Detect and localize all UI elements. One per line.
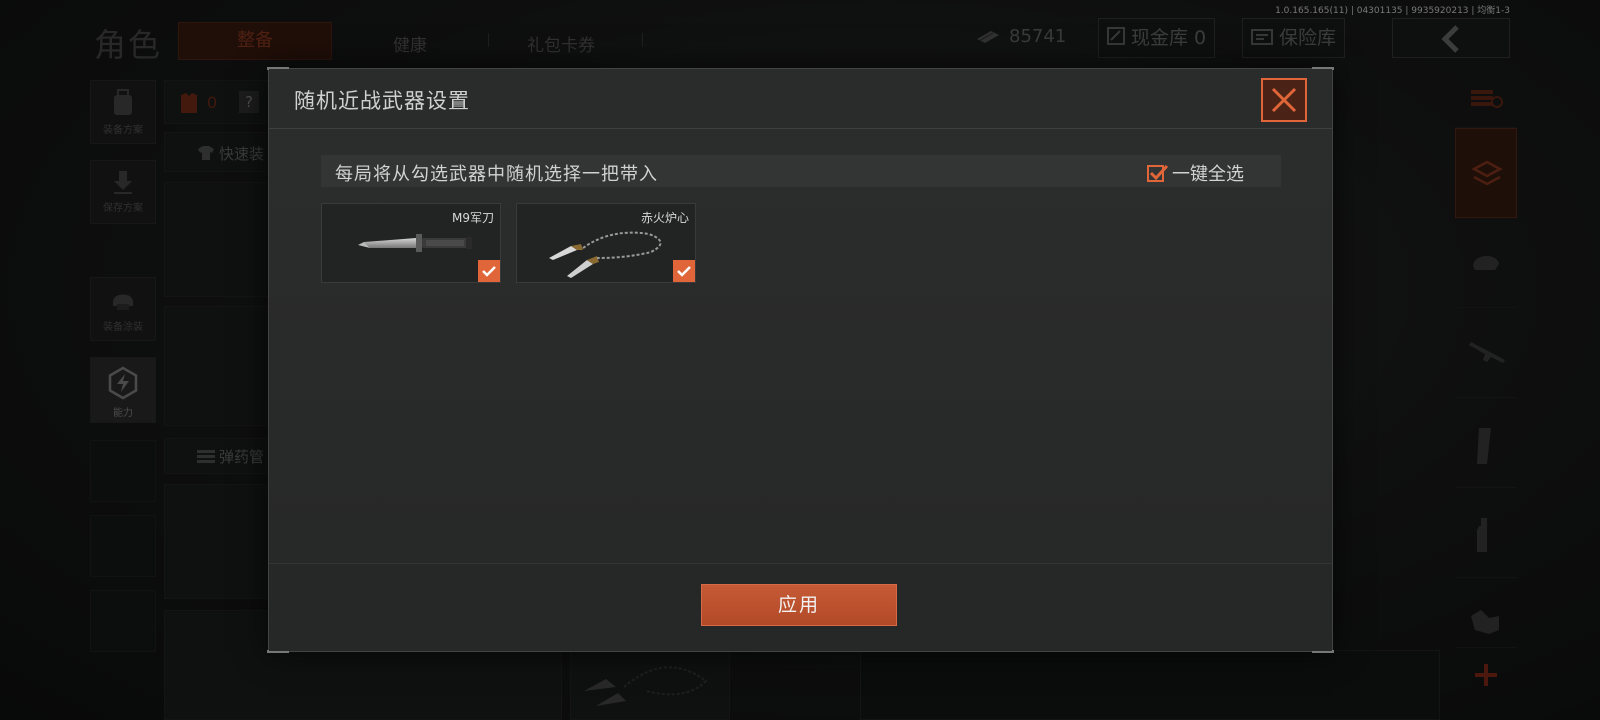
select-all-checkbox[interactable] [1147, 164, 1169, 182]
close-icon [1271, 87, 1297, 113]
weapon-card-red-fire[interactable]: 赤火炉心 [516, 203, 696, 283]
checkmark-icon [1149, 164, 1169, 180]
random-melee-settings-modal: 随机近战武器设置 每局将从勾选武器中随机选择一把带入 一键全选 M9军刀 赤火炉… [267, 67, 1334, 653]
checkmark-icon [677, 266, 691, 277]
modal-footer: 应用 [269, 563, 1332, 651]
modal-header: 随机近战武器设置 [269, 69, 1332, 129]
checkmark-icon [482, 266, 496, 277]
knife-icon [358, 234, 472, 252]
close-button[interactable] [1261, 78, 1307, 122]
weapon-checkbox[interactable] [673, 260, 695, 282]
select-all-label: 一键全选 [1172, 164, 1244, 185]
apply-button[interactable]: 应用 [701, 584, 897, 626]
weapon-checkbox[interactable] [478, 260, 500, 282]
weapon-card-m9[interactable]: M9军刀 [321, 203, 501, 283]
modal-title: 随机近战武器设置 [294, 89, 470, 113]
hint-bar: 每局将从勾选武器中随机选择一把带入 一键全选 [321, 155, 1281, 187]
select-all-toggle[interactable]: 一键全选 [1147, 160, 1244, 185]
chain-blade-icon [549, 231, 662, 278]
hint-text: 每局将从勾选武器中随机选择一把带入 [335, 164, 658, 185]
